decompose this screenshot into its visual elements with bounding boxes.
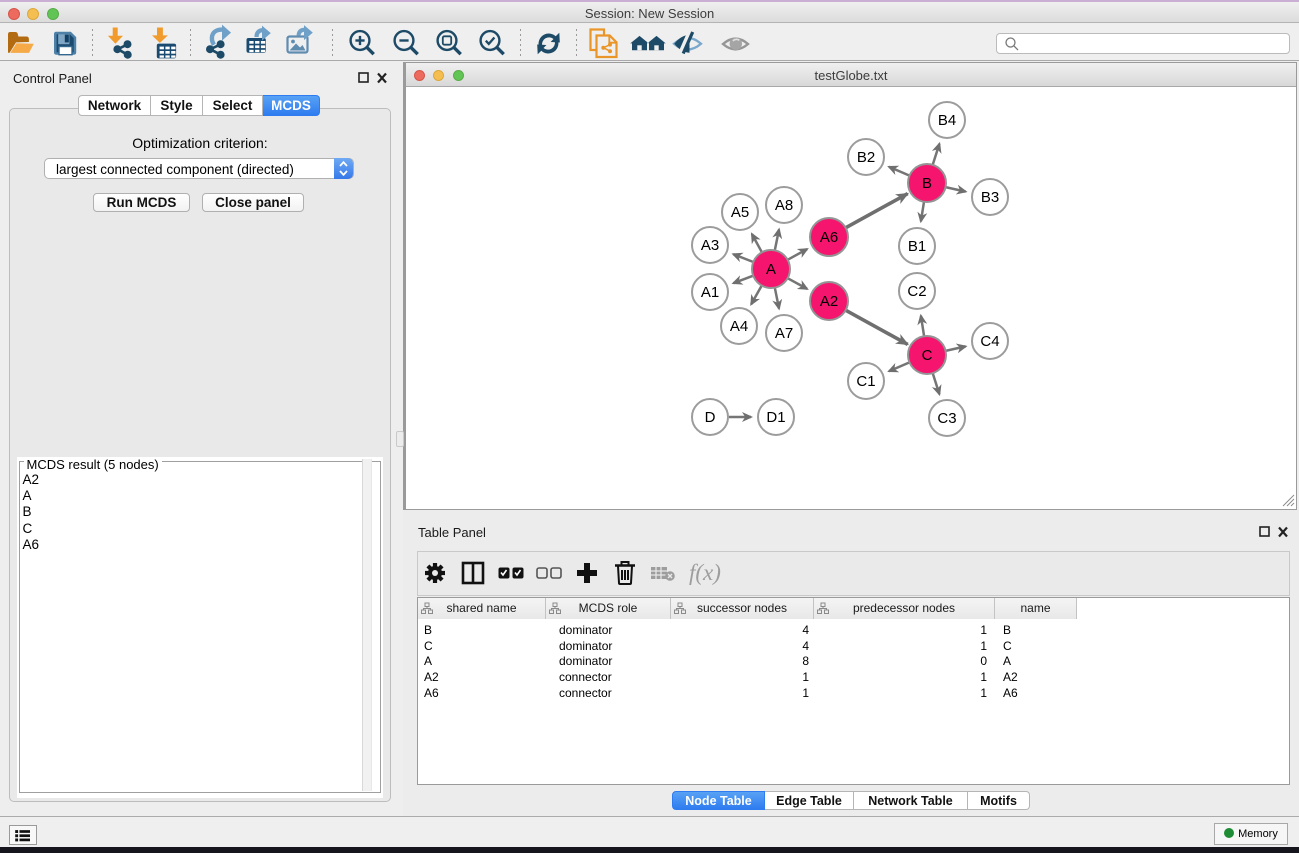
svg-text:D: D <box>705 409 716 426</box>
svg-text:B4: B4 <box>938 112 956 129</box>
svg-text:A6: A6 <box>820 229 838 246</box>
svg-text:A2: A2 <box>820 293 838 310</box>
svg-text:B1: B1 <box>908 238 926 255</box>
svg-text:A: A <box>766 261 776 278</box>
svg-text:B2: B2 <box>857 149 875 166</box>
svg-text:A7: A7 <box>775 325 793 342</box>
svg-text:A4: A4 <box>730 318 748 335</box>
svg-text:A3: A3 <box>701 237 719 254</box>
svg-text:C4: C4 <box>980 333 999 350</box>
svg-text:A8: A8 <box>775 197 793 214</box>
svg-text:C1: C1 <box>856 373 875 390</box>
svg-text:B: B <box>922 175 932 192</box>
svg-text:A5: A5 <box>731 204 749 221</box>
svg-text:A1: A1 <box>701 284 719 301</box>
svg-text:C: C <box>922 347 933 364</box>
svg-text:f(x): f(x) <box>689 560 721 585</box>
svg-text:C3: C3 <box>937 410 956 427</box>
svg-text:C2: C2 <box>907 283 926 300</box>
svg-text:D1: D1 <box>766 409 785 426</box>
svg-text:B3: B3 <box>981 189 999 206</box>
